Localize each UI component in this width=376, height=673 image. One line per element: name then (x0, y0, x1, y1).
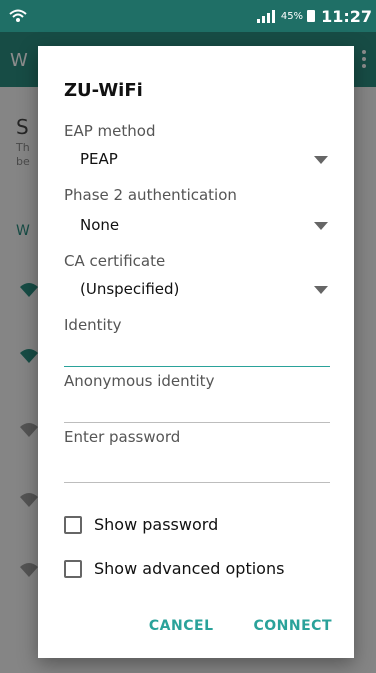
eap-method-label: EAP method (64, 122, 156, 140)
wifi-icon (9, 9, 27, 22)
status-bar: 45% 11:27 (0, 0, 376, 32)
dialog-actions: CANCEL CONNECT (149, 618, 332, 634)
show-password-row[interactable]: Show password (64, 515, 218, 534)
phase2-dropdown-icon[interactable] (314, 222, 328, 230)
show-password-checkbox[interactable] (64, 515, 82, 534)
identity-label: Identity (64, 316, 122, 334)
ca-certificate-label: CA certificate (64, 252, 166, 270)
cancel-button[interactable]: CANCEL (149, 618, 214, 634)
connect-button[interactable]: CONNECT (254, 618, 333, 634)
anonymous-identity-field[interactable] (64, 422, 330, 423)
ca-certificate-value[interactable]: (Unspecified) (80, 280, 179, 298)
ca-certificate-dropdown-icon[interactable] (314, 286, 328, 294)
eap-method-value[interactable]: PEAP (80, 150, 118, 168)
battery-percent: 45% (280, 10, 304, 22)
clock: 11:27 (321, 6, 372, 26)
dialog-title: ZU-WiFi (64, 80, 143, 101)
show-advanced-row[interactable]: Show advanced options (64, 559, 284, 578)
show-advanced-label[interactable]: Show advanced options (94, 559, 284, 578)
phase2-value[interactable]: None (80, 216, 119, 234)
show-advanced-checkbox[interactable] (64, 559, 82, 578)
anonymous-identity-label: Anonymous identity (64, 372, 215, 390)
identity-field[interactable] (64, 366, 330, 367)
battery-icon (307, 10, 316, 22)
password-label: Enter password (64, 428, 181, 446)
password-field[interactable] (64, 482, 330, 483)
eap-method-dropdown-icon[interactable] (314, 156, 328, 164)
phase2-label: Phase 2 authentication (64, 186, 237, 204)
signal-icon (256, 9, 275, 23)
wifi-connect-dialog: ZU-WiFi EAP method PEAP Phase 2 authenti… (38, 46, 354, 658)
battery-indicator: 45% (280, 10, 316, 22)
show-password-label[interactable]: Show password (94, 515, 218, 534)
